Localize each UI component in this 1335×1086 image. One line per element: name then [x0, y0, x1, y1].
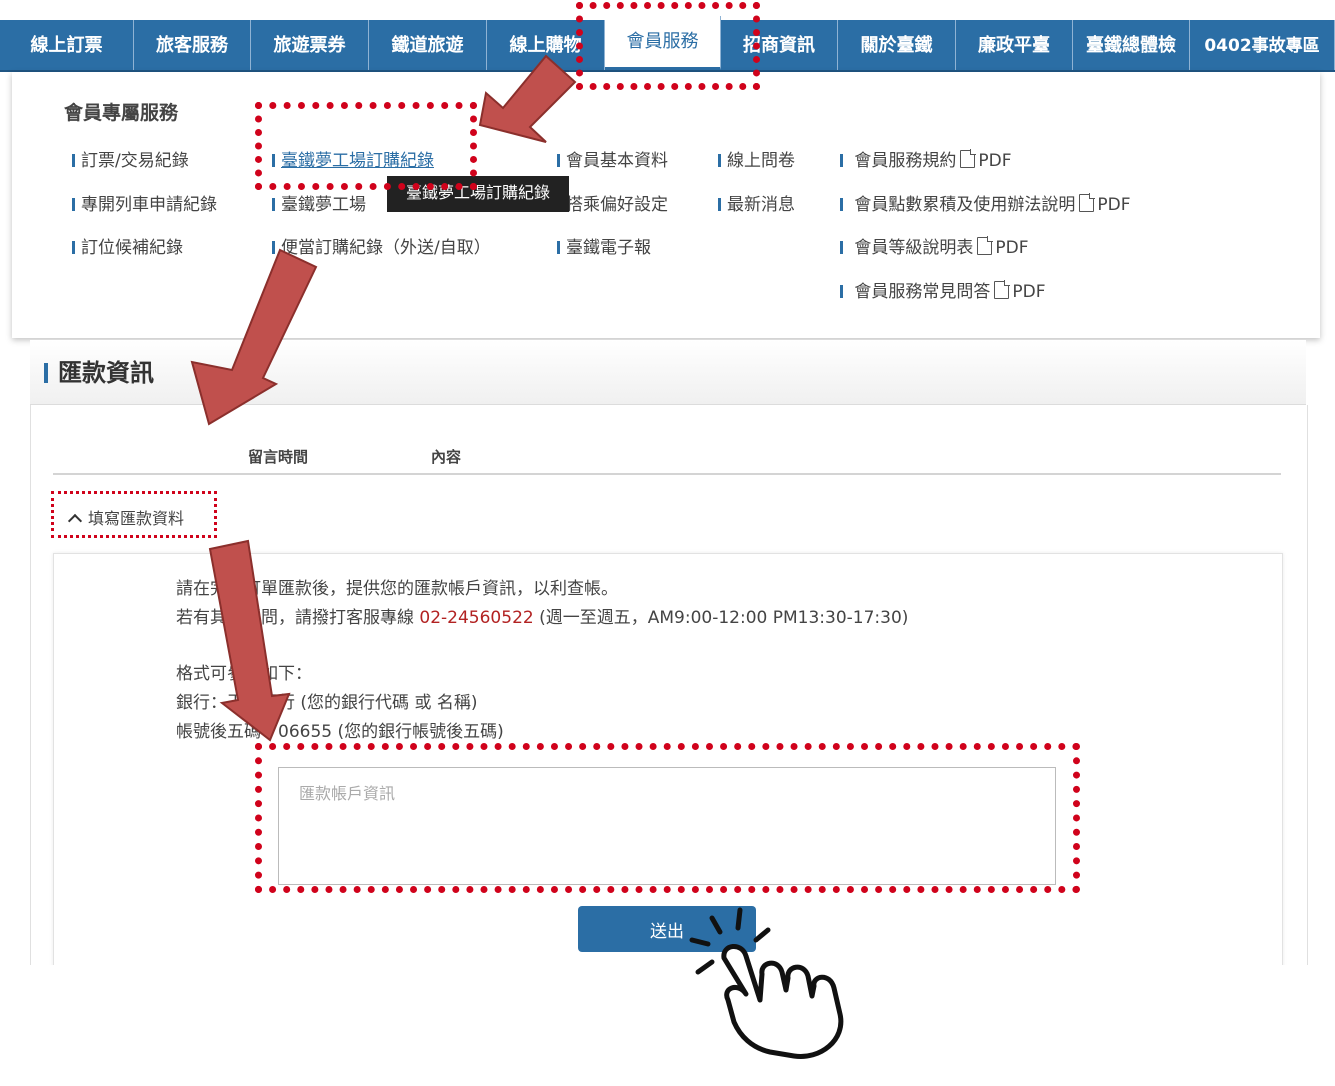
column-header-content: 內容 — [431, 448, 462, 466]
nav-rail-tours[interactable]: 鐵道旅遊 — [369, 20, 487, 70]
link-booking-records[interactable]: 訂票/交易紀錄 — [72, 146, 189, 171]
pdf-icon — [977, 236, 994, 255]
toggle-label: 填寫匯款資料 — [88, 509, 185, 528]
pdf-icon — [1079, 193, 1096, 212]
link-member-terms[interactable]: 會員服務規約 PDF — [840, 146, 1012, 171]
format-intro: 格式可參考如下： — [176, 664, 312, 684]
member-levels-label: 會員等級說明表 — [854, 238, 974, 258]
link-travel-preferences[interactable]: 搭乘偏好設定 — [557, 190, 668, 215]
nav-0402-incident[interactable]: 0402事故專區 — [1190, 20, 1335, 70]
pdf-icon — [960, 149, 977, 168]
format-account: 帳號後五碼：06655 (您的銀行帳號後五碼) — [176, 722, 504, 742]
dropdown-title: 會員專屬服務 — [64, 102, 179, 124]
link-member-profile[interactable]: 會員基本資料 — [557, 146, 668, 171]
link-member-faq[interactable]: 會員服務常見問答 PDF — [840, 277, 1046, 302]
nav-online-booking[interactable]: 線上訂票 — [0, 20, 134, 70]
column-header-time: 留言時間 — [248, 448, 309, 466]
top-navigation: 線上訂票 旅客服務 旅遊票券 鐵道旅遊 線上購物 會員服務 招商資訊 關於臺鐵 … — [0, 16, 1335, 72]
link-dream-factory-orders[interactable]: 臺鐵夢工場訂購紀錄 — [272, 146, 434, 171]
service-hours: (週一至週五，AM9:00-12:00 PM13:30-17:30) — [533, 608, 909, 628]
pdf-label: PDF — [995, 238, 1029, 258]
pdf-label: PDF — [1012, 282, 1046, 302]
pdf-label: PDF — [978, 151, 1012, 171]
link-special-train-records[interactable]: 專開列車申請紀錄 — [72, 190, 217, 215]
service-phone: 02-24560522 — [419, 608, 534, 628]
nav-about-tra[interactable]: 關於臺鐵 — [838, 20, 956, 70]
link-latest-news[interactable]: 最新消息 — [718, 190, 795, 215]
points-rules-label: 會員點數累積及使用辦法說明 — [854, 195, 1076, 215]
pdf-icon — [994, 280, 1011, 299]
member-service-dropdown: 會員專屬服務 訂票/交易紀錄 專開列車申請紀錄 訂位候補紀錄 臺鐵夢工場訂購紀錄… — [12, 72, 1320, 338]
pdf-label: PDF — [1097, 195, 1131, 215]
member-terms-label: 會員服務規約 — [854, 151, 957, 171]
link-dream-factory[interactable]: 臺鐵夢工場 — [272, 190, 366, 215]
link-online-survey[interactable]: 線上問卷 — [718, 146, 795, 171]
instruction-line-2: 若有其他疑問，請撥打客服專線 02-24560522 (週一至週五，AM9:00… — [176, 603, 908, 628]
format-bank: 銀行：玉山銀行 (您的銀行代碼 或 名稱) — [176, 693, 478, 713]
instruction-line-2-prefix: 若有其他疑問，請撥打客服專線 — [176, 608, 420, 628]
link-tooltip: 臺鐵夢工場訂購紀錄 — [387, 176, 569, 212]
link-waitlist-records[interactable]: 訂位候補紀錄 — [72, 233, 183, 258]
nav-overall-check[interactable]: 臺鐵總體檢 — [1073, 20, 1190, 70]
submit-button[interactable]: 送出 — [578, 906, 756, 952]
panel-title: 匯款資訊 — [44, 353, 154, 388]
nav-integrity[interactable]: 廉政平臺 — [956, 20, 1073, 70]
link-bento-orders[interactable]: 便當訂購紀錄（外送/自取） — [272, 233, 491, 258]
link-points-rules[interactable]: 會員點數累積及使用辦法說明 PDF — [840, 190, 1131, 215]
nav-passenger-service[interactable]: 旅客服務 — [134, 20, 251, 70]
nav-investment-info[interactable]: 招商資訊 — [721, 20, 838, 70]
link-member-levels[interactable]: 會員等級說明表 PDF — [840, 233, 1029, 258]
chevron-up-icon — [67, 513, 83, 529]
nav-online-shopping[interactable]: 線上購物 — [487, 20, 605, 70]
page-bottom-blank — [0, 965, 1335, 1086]
nav-travel-tickets[interactable]: 旅遊票券 — [251, 20, 369, 70]
member-faq-label: 會員服務常見問答 — [854, 282, 991, 302]
table-divider — [53, 473, 1281, 475]
toggle-remittance-form[interactable]: 填寫匯款資料 — [66, 505, 184, 529]
instruction-line-1: 請在完成訂單匯款後，提供您的匯款帳戶資訊，以利查帳。 — [176, 579, 618, 599]
remittance-info-input[interactable] — [278, 767, 1056, 885]
nav-member-service[interactable]: 會員服務 — [605, 16, 721, 70]
panel-header — [30, 340, 1306, 405]
link-e-newsletter[interactable]: 臺鐵電子報 — [557, 233, 651, 258]
